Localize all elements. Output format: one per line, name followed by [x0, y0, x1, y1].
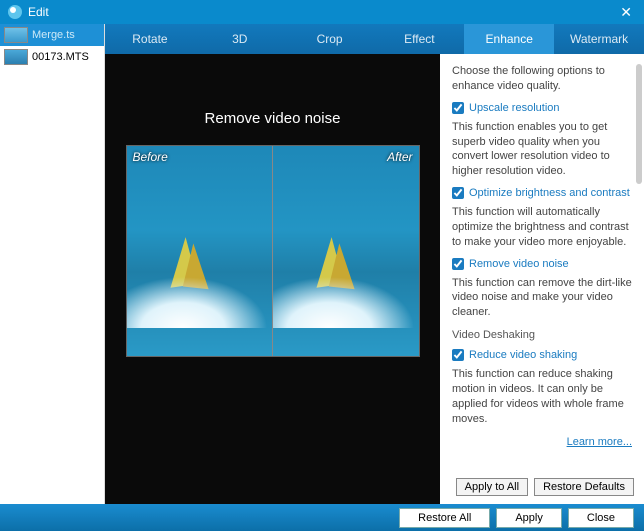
noise-desc: This function can remove the dirt-like v… — [452, 276, 632, 321]
sidebar-item-label: 00173.MTS — [32, 51, 89, 63]
after-label: After — [387, 150, 412, 164]
sidebar-item-00173[interactable]: 00173.MTS — [0, 46, 104, 68]
restore-defaults-button[interactable]: Restore Defaults — [534, 478, 634, 496]
footer-bar: Restore All Apply Close — [0, 504, 644, 531]
enhance-options-panel: Choose the following options to enhance … — [440, 54, 644, 504]
preview-title: Remove video noise — [205, 110, 341, 127]
tab-watermark[interactable]: Watermark — [554, 24, 644, 54]
noise-label: Remove video noise — [469, 258, 569, 270]
apply-to-all-button[interactable]: Apply to All — [456, 478, 528, 496]
noise-check-input[interactable] — [452, 258, 464, 270]
before-label: Before — [133, 150, 168, 164]
sidebar-item-label: Merge.ts — [32, 29, 75, 41]
brightness-check-input[interactable] — [452, 187, 464, 199]
tab-3d[interactable]: 3D — [195, 24, 285, 54]
thumbnail-icon — [4, 49, 28, 65]
upscale-check-input[interactable] — [452, 102, 464, 114]
tab-effect[interactable]: Effect — [374, 24, 464, 54]
noise-checkbox[interactable]: Remove video noise — [452, 258, 632, 270]
learn-more-link[interactable]: Learn more... — [567, 436, 632, 448]
apply-button[interactable]: Apply — [496, 508, 562, 528]
upscale-label: Upscale resolution — [469, 102, 560, 114]
upscale-checkbox[interactable]: Upscale resolution — [452, 102, 632, 114]
brightness-label: Optimize brightness and contrast — [469, 187, 630, 199]
deshake-section-title: Video Deshaking — [452, 328, 632, 343]
thumbnail-icon — [4, 27, 28, 43]
deshake-checkbox[interactable]: Reduce video shaking — [452, 349, 632, 361]
close-icon[interactable]: ✕ — [616, 4, 636, 21]
brightness-desc: This function will automatically optimiz… — [452, 205, 632, 250]
before-image — [127, 146, 273, 356]
deshake-label: Reduce video shaking — [469, 349, 577, 361]
before-after-compare: Before After — [126, 145, 420, 357]
after-image — [272, 146, 419, 356]
restore-all-button[interactable]: Restore All — [399, 508, 490, 528]
file-sidebar: Merge.ts 00173.MTS — [0, 24, 105, 504]
titlebar: Edit ✕ — [0, 0, 644, 24]
close-button[interactable]: Close — [568, 508, 634, 528]
tab-crop[interactable]: Crop — [285, 24, 375, 54]
scrollbar[interactable] — [636, 64, 642, 184]
deshake-desc: This function can reduce shaking motion … — [452, 367, 632, 426]
tab-bar: Rotate 3D Crop Effect Enhance Watermark — [105, 24, 644, 54]
tab-enhance[interactable]: Enhance — [464, 24, 554, 54]
app-logo-icon — [8, 5, 22, 19]
sidebar-item-merge[interactable]: Merge.ts — [0, 24, 104, 46]
tab-rotate[interactable]: Rotate — [105, 24, 195, 54]
window-title: Edit — [28, 5, 49, 19]
upscale-desc: This function enables you to get superb … — [452, 120, 632, 179]
deshake-check-input[interactable] — [452, 349, 464, 361]
panel-intro: Choose the following options to enhance … — [452, 64, 632, 94]
preview-pane: Remove video noise Before After — [105, 54, 440, 504]
brightness-checkbox[interactable]: Optimize brightness and contrast — [452, 187, 632, 199]
